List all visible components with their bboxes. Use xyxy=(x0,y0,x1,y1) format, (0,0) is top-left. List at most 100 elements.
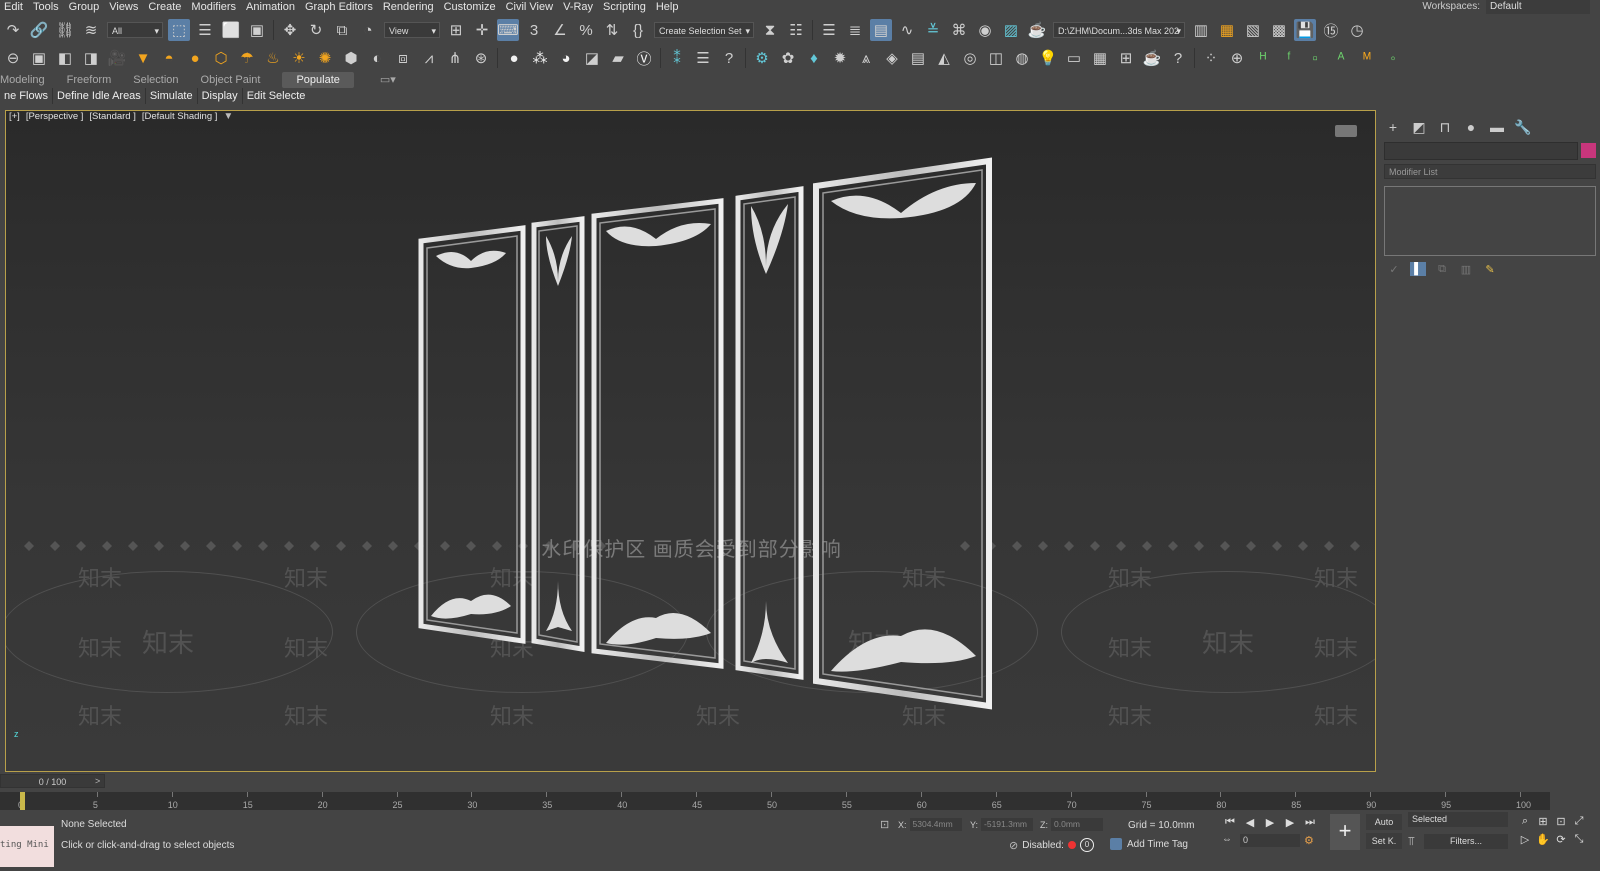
time-slider-next-button[interactable]: > xyxy=(95,774,107,788)
field-of-view-icon[interactable]: ▷ xyxy=(1518,832,1532,846)
tab-freeform[interactable]: Freeform xyxy=(67,72,134,88)
frame-panel-3[interactable] xyxy=(591,198,724,669)
save-icon[interactable]: 💾 xyxy=(1294,19,1316,41)
menu-civil-view[interactable]: Civil View xyxy=(502,0,559,14)
toggle-ribbon-icon[interactable]: ▤ xyxy=(870,19,892,41)
reference-coord-dropdown[interactable]: View xyxy=(384,22,440,39)
tab-selection[interactable]: Selection xyxy=(133,72,200,88)
project-path-dropdown[interactable]: D:\ZHM\Docum...3ds Max 202 xyxy=(1053,22,1185,39)
menu-help[interactable]: Help xyxy=(652,0,685,14)
mirror-icon[interactable]: ⧗ xyxy=(759,19,781,41)
menu-create[interactable]: Create xyxy=(144,0,187,14)
bind-icon[interactable]: ⊖ xyxy=(2,47,24,69)
tab-object-paint[interactable]: Object Paint xyxy=(201,72,283,88)
align-icon[interactable]: ☷ xyxy=(785,19,807,41)
time-slider[interactable]: 0 / 100 xyxy=(0,774,105,788)
sun-light-icon[interactable]: ☀ xyxy=(288,47,310,69)
open-folder-icon[interactable]: ▧ xyxy=(1242,19,1264,41)
set-key-button[interactable]: Set K. xyxy=(1366,833,1402,849)
time-config-icon[interactable]: ⚙ xyxy=(1304,834,1314,847)
object-name-field[interactable] xyxy=(1384,142,1578,160)
layer-icon[interactable]: ◧ xyxy=(54,47,76,69)
maxscript-mini-listener[interactable]: ting Mini xyxy=(0,826,54,867)
go-to-end-icon[interactable]: ⏭ xyxy=(1302,814,1318,830)
window-crossing-icon[interactable]: ▣ xyxy=(246,19,268,41)
zoom-extents-icon[interactable]: ⊡ xyxy=(1554,814,1568,828)
project-icon[interactable]: ▥ xyxy=(1190,19,1212,41)
layer-explorer-icon[interactable]: ≣ xyxy=(844,19,866,41)
spinner-snap-icon[interactable]: ⇅ xyxy=(601,19,623,41)
corona-volume-icon[interactable]: ◫ xyxy=(985,47,1007,69)
menu-rendering[interactable]: Rendering xyxy=(379,0,440,14)
redo-icon[interactable]: ↷ xyxy=(2,19,24,41)
target-icon[interactable]: ⊕ xyxy=(1226,47,1248,69)
modifier-stack[interactable] xyxy=(1384,186,1596,256)
bake-icon[interactable]: ◪ xyxy=(581,47,603,69)
time-config-icon[interactable]: ⇔ xyxy=(1222,834,1232,845)
keyboard-shortcut-icon[interactable]: ⌨ xyxy=(497,19,519,41)
dots-icon[interactable]: ⁘ xyxy=(1200,47,1222,69)
ribbon-define-idle-areas[interactable]: Define Idle Areas xyxy=(53,88,146,104)
ribbon-options-icon[interactable]: ▭▾ xyxy=(354,72,418,88)
motion-tab-icon[interactable]: ● xyxy=(1462,118,1480,136)
corona-bulb-icon[interactable]: 💡 xyxy=(1037,47,1059,69)
m-tool-icon[interactable]: ᴹ xyxy=(1356,47,1378,69)
box-icon[interactable]: ▣ xyxy=(28,47,50,69)
tab-populate[interactable]: Populate xyxy=(282,72,354,88)
scatter-icon[interactable]: ⁑ xyxy=(666,47,688,69)
ribbon-flows[interactable]: ne Flows xyxy=(0,88,54,104)
proxy-icon[interactable]: ⬢ xyxy=(340,47,362,69)
green-tool3-icon[interactable]: ▫ xyxy=(1304,47,1326,69)
remove-modifier-icon[interactable]: ▥ xyxy=(1458,262,1474,276)
render-teapot-icon[interactable]: ☕ xyxy=(1026,19,1048,41)
sphere-light-icon[interactable]: ● xyxy=(184,47,206,69)
modifier-list-dropdown[interactable]: Modifier List xyxy=(1384,164,1596,179)
clock-icon[interactable]: ◷ xyxy=(1346,19,1368,41)
spot-light-icon[interactable]: ▼ xyxy=(132,47,154,69)
unlink-icon[interactable]: ⛓ xyxy=(54,19,76,41)
y-field[interactable]: -5191.3mm xyxy=(981,818,1034,831)
corona-decal-icon[interactable]: ◈ xyxy=(881,47,903,69)
z-field[interactable]: 0.0mm xyxy=(1051,818,1103,831)
corona-fur-icon[interactable]: ◭ xyxy=(933,47,955,69)
place-icon[interactable]: ◔ xyxy=(357,19,379,41)
menu-customize[interactable]: Customize xyxy=(440,0,502,14)
set-key-big-icon[interactable]: + xyxy=(1330,814,1360,850)
ies-light-icon[interactable]: ⬡ xyxy=(210,47,232,69)
menu-edit[interactable]: Edit xyxy=(0,0,29,14)
frame-panel-2[interactable] xyxy=(531,216,585,652)
select-manipulate-icon[interactable]: ✛ xyxy=(471,19,493,41)
menu-animation[interactable]: Animation xyxy=(242,0,301,14)
snaps-toggle-icon[interactable]: 3 xyxy=(523,19,545,41)
show-end-result-icon[interactable]: ▌ xyxy=(1410,262,1426,276)
tab-modeling[interactable]: Modeling xyxy=(0,72,67,88)
frame-panel-1[interactable] xyxy=(418,225,526,644)
corona-sun-icon[interactable]: ✹ xyxy=(829,47,851,69)
menu-vray[interactable]: V-Ray xyxy=(559,0,599,14)
menu-graph-editors[interactable]: Graph Editors xyxy=(301,0,379,14)
selection-set-dropdown[interactable]: Create Selection Set xyxy=(654,22,754,39)
corona-camera-icon[interactable]: ⚙ xyxy=(751,47,773,69)
utilities-tab-icon[interactable]: 🔧 xyxy=(1514,118,1532,136)
help-icon[interactable]: ? xyxy=(718,47,740,69)
corona-slicer-icon[interactable]: ▤ xyxy=(907,47,929,69)
modify-tab-icon[interactable]: ◩ xyxy=(1410,118,1428,136)
plane-icon[interactable]: ⧈ xyxy=(392,47,414,69)
object-color-swatch[interactable] xyxy=(1581,143,1596,158)
edit-named-sets-icon[interactable]: {} xyxy=(627,19,649,41)
archive-icon[interactable]: ▩ xyxy=(1268,19,1290,41)
maximize-viewport-icon[interactable]: ⤡ xyxy=(1572,832,1586,846)
selection-filter-dropdown[interactable]: All xyxy=(107,22,163,39)
auto-key-button[interactable]: Auto xyxy=(1366,814,1402,830)
ambient-light-icon[interactable]: ♨ xyxy=(262,47,284,69)
mesh-clipper-icon[interactable]: ⩘ xyxy=(418,47,440,69)
rect-selection-icon[interactable]: ⬜ xyxy=(220,19,242,41)
material-icon[interactable]: ◕ xyxy=(555,47,577,69)
scale-icon[interactable]: ⧉ xyxy=(331,19,353,41)
time-cursor[interactable] xyxy=(20,792,25,810)
x-field[interactable]: 5304.4mm xyxy=(909,818,962,831)
corona-material-icon[interactable]: ◍ xyxy=(1011,47,1033,69)
create-tab-icon[interactable]: + xyxy=(1384,118,1402,136)
render-elements-icon[interactable]: ▰ xyxy=(607,47,629,69)
green-tool1-icon[interactable]: ᴴ xyxy=(1252,47,1274,69)
